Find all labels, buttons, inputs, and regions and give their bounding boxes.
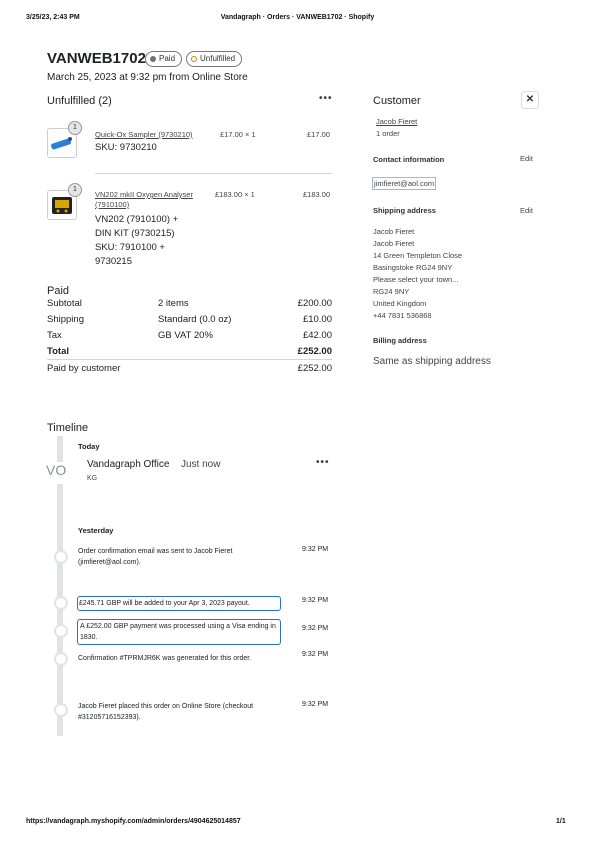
customer-email-link[interactable]: jimfieret@aol.com xyxy=(372,177,437,190)
payment-label: Tax xyxy=(47,330,62,341)
customer-name-link[interactable]: Jacob Fieret xyxy=(376,116,417,128)
timeline-event-text[interactable]: £245.71 GBP will be added to your Apr 3,… xyxy=(77,596,281,611)
payment-label: Subtotal xyxy=(47,298,82,309)
item-sku-block: VN202 (7910100) + DIN KIT (9730215) SKU:… xyxy=(95,213,178,269)
item-sku: SKU: 9730210 xyxy=(95,142,157,153)
payment-label: Shipping xyxy=(47,314,84,325)
payment-amount: £200.00 xyxy=(297,298,332,309)
item-sku-line: DIN KIT (9730215) xyxy=(95,228,175,239)
address-line: Basingstoke RG24 9NY xyxy=(373,263,453,272)
item-name-link[interactable]: VN202 mkII Oxygen Analyser (7910100) xyxy=(95,190,207,210)
payment-title: Paid xyxy=(47,285,70,297)
shipping-edit-link[interactable]: Edit xyxy=(520,205,533,217)
address-line: United Kingdom xyxy=(373,299,427,308)
paid-badge: Paid xyxy=(145,51,183,67)
item-sku-line: 9730215 xyxy=(95,256,132,267)
print-url: https://vandagraph.myshopify.com/admin/o… xyxy=(26,818,241,825)
total-label: Total xyxy=(47,346,69,357)
timeline-event-dot xyxy=(54,703,68,717)
customer-title: Customer xyxy=(373,95,421,107)
contact-info-label: Contact information xyxy=(373,155,445,164)
item-name-link[interactable]: Quick-Ox Sampler (9730210) xyxy=(95,130,193,139)
timeline-event-text: Order confirmation email was sent to Jac… xyxy=(78,548,233,566)
timeline-day-yesterday: Yesterday xyxy=(78,526,114,535)
comment-time: Just now xyxy=(181,459,221,470)
item-total: £17.00 xyxy=(307,130,330,139)
paid-by-customer-amount: £252.00 xyxy=(297,363,332,374)
paid-by-customer-label: Paid by customer xyxy=(47,363,121,374)
item-sku-line: VN202 (7910100) + xyxy=(95,214,179,225)
paid-badge-label: Paid xyxy=(159,54,176,63)
timeline-event-dot xyxy=(54,652,68,666)
address-line: Please select your town... xyxy=(373,275,459,284)
address-line: 14 Green Templeton Close xyxy=(373,251,463,260)
print-title: Vandagraph · Orders · VANWEB1702 · Shopi… xyxy=(220,14,375,21)
unfulfilled-title: Unfulfilled (2) xyxy=(47,95,112,107)
timeline-event-dot xyxy=(54,624,68,638)
payment-divider xyxy=(47,359,332,360)
shipping-address-label: Shipping address xyxy=(373,206,436,215)
address-line: Jacob Fieret xyxy=(373,227,415,236)
timeline-event-text: Jacob Fieret placed this order on Online… xyxy=(78,703,254,721)
order-subtitle: March 25, 2023 at 9:32 pm from Online St… xyxy=(47,72,248,83)
timeline-event-time: 9:32 PM xyxy=(302,597,329,604)
item-divider xyxy=(95,173,332,174)
payment-amount: £42.00 xyxy=(302,330,332,341)
timeline-event-text: Confirmation #TPRMJR6K was generated for… xyxy=(78,655,252,662)
comment-more-actions-icon[interactable]: ••• xyxy=(316,457,330,468)
paid-dot-icon xyxy=(150,56,156,62)
comment-author: Vandagraph Office xyxy=(87,459,170,470)
customer-orders-count: 1 order xyxy=(376,129,400,138)
item-price-qty: £17.00 × 1 xyxy=(220,130,256,139)
payment-detail: Standard (0.0 oz) xyxy=(158,314,232,325)
unfulfilled-badge: Unfulfilled xyxy=(186,51,243,67)
address-line: RG24 9NY xyxy=(373,287,410,296)
timeline-event-text[interactable]: A £252.00 GBP payment was processed usin… xyxy=(77,619,281,645)
close-icon[interactable]: ✕ xyxy=(521,91,539,109)
timeline-event-dot xyxy=(54,596,68,610)
item-qty-badge: 1 xyxy=(68,183,82,197)
timeline-event-time: 9:32 PM xyxy=(302,701,329,708)
billing-address-value: Same as shipping address xyxy=(373,356,491,367)
timeline-event-time: 9:32 PM xyxy=(302,651,329,658)
item-sku-line: SKU: 7910100 + xyxy=(95,242,165,253)
address-line: Jacob Fieret xyxy=(373,239,415,248)
timeline-event-time: 9:32 PM xyxy=(302,625,329,632)
timeline-event-dot xyxy=(54,550,68,564)
address-phone: +44 7831 536868 xyxy=(373,311,432,320)
payment-detail: 2 items xyxy=(158,298,189,309)
avatar: VO xyxy=(46,462,74,484)
item-total: £183.00 xyxy=(303,190,331,199)
timeline-event-time: 9:32 PM xyxy=(302,546,329,553)
timeline-title: Timeline xyxy=(47,422,89,434)
payment-amount: £10.00 xyxy=(302,314,332,325)
timeline-day-today: Today xyxy=(78,442,100,451)
comment-text: KG xyxy=(87,475,98,482)
billing-address-label: Billing address xyxy=(373,336,427,345)
payment-detail: GB VAT 20% xyxy=(158,330,213,341)
item-qty-badge: 1 xyxy=(68,121,82,135)
unfulfilled-badge-label: Unfulfilled xyxy=(200,54,236,63)
total-amount: £252.00 xyxy=(297,346,332,357)
unfulfilled-more-actions-icon[interactable]: ••• xyxy=(319,93,333,104)
item-price-qty: £183.00 × 1 xyxy=(215,190,255,199)
order-title: VANWEB1702 xyxy=(47,50,146,67)
print-page: 1/1 xyxy=(556,818,566,825)
unfulfilled-dot-icon xyxy=(191,56,197,62)
shipping-address: Jacob Fieret Jacob Fieret 14 Green Templ… xyxy=(373,226,462,322)
contact-edit-link[interactable]: Edit xyxy=(520,153,533,165)
